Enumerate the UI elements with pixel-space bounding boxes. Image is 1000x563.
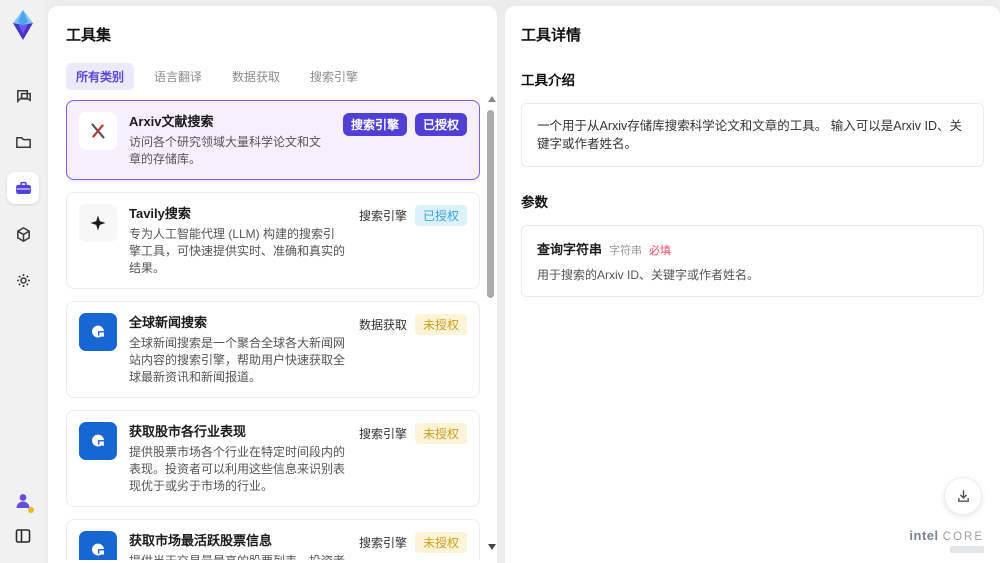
tool-desc: 全球新闻搜索是一个聚合全球各大新闻网站内容的搜索引擎，帮助用户快速获取全球最新资… xyxy=(129,336,346,384)
tool-desc: 访问各个研究领域大量科学论文和文章的存储库。 xyxy=(129,135,322,166)
brand-text: intel core xyxy=(909,528,984,543)
arxiv-logo-icon xyxy=(79,112,117,150)
tab-search-engine[interactable]: 搜索引擎 xyxy=(300,63,368,90)
intro-text: 一个用于从Arxiv存储库搜索科学论文和文章的工具。 输入可以是Arxiv ID… xyxy=(537,119,963,151)
sidebar xyxy=(0,0,46,563)
collapse-sidebar-button[interactable] xyxy=(13,526,33,549)
tool-card-body: 全球新闻搜索 全球新闻搜索是一个聚合全球各大新闻网站内容的搜索引擎，帮助用户快速… xyxy=(129,313,347,386)
tool-card-tavily[interactable]: Tavily搜索 专为人工智能代理 (LLM) 构建的搜索引擎工具，可快速提供实… xyxy=(66,192,480,289)
sidebar-bottom xyxy=(10,488,36,549)
tavily-logo-icon xyxy=(79,204,117,242)
news-logo-icon xyxy=(79,313,117,351)
app-logo-gem-icon[interactable] xyxy=(6,8,40,42)
param-desc: 用于搜索的Arxiv ID、关键字或作者姓名。 xyxy=(537,268,760,282)
tab-all-categories[interactable]: 所有类别 xyxy=(66,63,135,90)
sidebar-item-chat[interactable] xyxy=(7,80,39,112)
tool-title: 获取股市各行业表现 xyxy=(129,424,247,439)
param-box: 查询字符串 字符串 必填 用于搜索的Arxiv ID、关键字或作者姓名。 xyxy=(521,225,984,297)
category-label: 搜索引擎 xyxy=(358,209,407,223)
tool-desc: 专为人工智能代理 (LLM) 构建的搜索引擎工具，可快速提供实时、准确和真实的结… xyxy=(129,227,346,275)
stock-logo-icon xyxy=(79,531,117,560)
param-header: 查询字符串 字符串 必填 xyxy=(537,239,968,258)
tool-tags: 搜索引擎 已授权 xyxy=(342,113,467,136)
tool-title: 全球新闻搜索 xyxy=(129,315,208,330)
sidebar-item-folder[interactable] xyxy=(7,126,39,158)
auth-badge: 未授权 xyxy=(414,314,467,335)
sidebar-item-settings[interactable] xyxy=(7,264,39,296)
tool-list: Arxiv文献搜索 访问各个研究领域大量科学论文和文章的存储库。 搜索引擎 已授… xyxy=(66,100,480,560)
list-scrollbar[interactable] xyxy=(487,96,496,554)
tool-card-body: Arxiv文献搜索 访问各个研究领域大量科学论文和文章的存储库。 xyxy=(129,112,331,168)
auth-badge: 未授权 xyxy=(414,423,467,444)
gear-icon xyxy=(16,273,30,287)
tool-title: Tavily搜索 xyxy=(129,206,191,221)
intro-box: 一个用于从Arxiv存储库搜索科学论文和文章的工具。 输入可以是Arxiv ID… xyxy=(521,103,984,167)
tool-detail-panel: 工具详情 工具介绍 一个用于从Arxiv存储库搜索科学论文和文章的工具。 输入可… xyxy=(505,6,1000,563)
cube-icon xyxy=(16,226,30,242)
chat-icon xyxy=(16,89,31,103)
category-label: 搜索引擎 xyxy=(358,536,407,550)
detail-title: 工具详情 xyxy=(521,27,582,44)
param-name: 查询字符串 xyxy=(537,242,603,257)
tab-translation[interactable]: 语言翻译 xyxy=(144,63,212,90)
auth-badge: 已授权 xyxy=(414,113,467,136)
status-dot xyxy=(28,507,34,513)
param-required-badge: 必填 xyxy=(649,245,672,257)
tool-title: 获取市场最活跃股票信息 xyxy=(129,533,273,548)
category-badge: 搜索引擎 xyxy=(342,113,407,136)
tool-title: Arxiv文献搜索 xyxy=(129,114,214,129)
sidebar-item-models[interactable] xyxy=(7,218,39,250)
category-label: 搜索引擎 xyxy=(358,427,407,441)
param-type: 字符串 xyxy=(609,245,643,257)
tool-card-most-active-stocks[interactable]: 获取市场最活跃股票信息 提供当天交易量最高的股票列表，投资者可以利用这些信息来识… xyxy=(66,519,480,560)
download-button[interactable] xyxy=(944,477,982,515)
tool-desc: 提供当天交易量最高的股票列表，投资者可以利用这些信息来识别流动性强的股票和潜在的… xyxy=(129,553,347,560)
tool-card-body: 获取股市各行业表现 提供股票市场各个行业在特定时间段内的表现。投资者可以利用这些… xyxy=(129,422,347,495)
user-avatar[interactable] xyxy=(10,488,36,514)
tab-data-fetch[interactable]: 数据获取 xyxy=(222,63,290,90)
intro-heading: 工具介绍 xyxy=(521,73,575,88)
brand-intel: intel xyxy=(909,528,939,543)
scroll-up-arrow[interactable] xyxy=(488,96,496,102)
download-icon xyxy=(957,489,969,502)
tool-tags: 搜索引擎 未授权 xyxy=(359,532,467,553)
sidebar-item-toolbox[interactable] xyxy=(7,172,39,204)
scrollbar-thumb[interactable] xyxy=(487,110,494,298)
sidebar-nav xyxy=(7,80,39,296)
category-tabs: 所有类别 语言翻译 数据获取 搜索引擎 xyxy=(66,63,497,90)
folder-icon xyxy=(15,136,31,148)
params-heading: 参数 xyxy=(521,195,548,210)
stock-logo-icon xyxy=(79,422,117,460)
auth-badge: 未授权 xyxy=(414,532,467,553)
tool-card-global-news[interactable]: 全球新闻搜索 全球新闻搜索是一个聚合全球各大新闻网站内容的搜索引擎，帮助用户快速… xyxy=(66,301,480,398)
tool-tags: 数据获取 未授权 xyxy=(359,314,467,335)
tool-tags: 搜索引擎 已授权 xyxy=(359,205,467,226)
tool-card-body: Tavily搜索 专为人工智能代理 (LLM) 构建的搜索引擎工具，可快速提供实… xyxy=(129,204,347,277)
scroll-down-arrow[interactable] xyxy=(488,544,496,550)
tool-card-arxiv[interactable]: Arxiv文献搜索 访问各个研究领域大量科学论文和文章的存储库。 搜索引擎 已授… xyxy=(66,100,480,180)
auth-badge: 已授权 xyxy=(414,205,467,226)
category-label: 数据获取 xyxy=(358,318,407,332)
tool-card-sector-performance[interactable]: 获取股市各行业表现 提供股票市场各个行业在特定时间段内的表现。投资者可以利用这些… xyxy=(66,410,480,507)
panel-layout-icon xyxy=(15,529,31,543)
brand-sub-badge xyxy=(950,546,984,553)
intel-core-logo: intel core xyxy=(909,528,984,553)
tool-card-body: 获取市场最活跃股票信息 提供当天交易量最高的股票列表，投资者可以利用这些信息来识… xyxy=(129,531,347,560)
toolset-panel: 工具集 所有类别 语言翻译 数据获取 搜索引擎 Arxiv文献搜索 访问各个研究… xyxy=(48,6,497,563)
briefcase-icon xyxy=(15,181,31,194)
tool-desc: 提供股票市场各个行业在特定时间段内的表现。投资者可以利用这些信息来识别表现优于或… xyxy=(129,445,346,493)
tool-tags: 搜索引擎 未授权 xyxy=(359,423,467,444)
page-title: 工具集 xyxy=(66,27,112,44)
brand-core: core xyxy=(942,531,984,543)
